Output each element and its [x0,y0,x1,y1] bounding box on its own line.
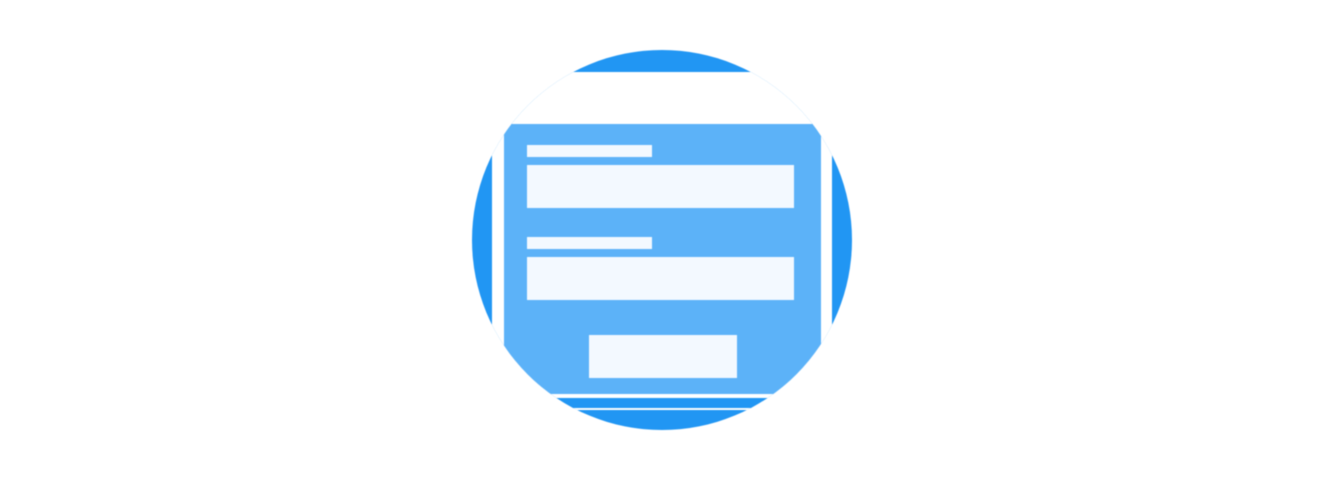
login-form-icon [472,50,852,430]
icon-bottom-bar [472,398,852,408]
form-card [504,124,821,394]
field-label-placeholder-1 [527,145,652,157]
submit-button-placeholder [589,335,737,378]
input-placeholder-1 [527,165,794,208]
illustration-canvas [0,0,1324,480]
input-placeholder-2 [527,257,794,300]
field-label-placeholder-2 [527,237,652,249]
